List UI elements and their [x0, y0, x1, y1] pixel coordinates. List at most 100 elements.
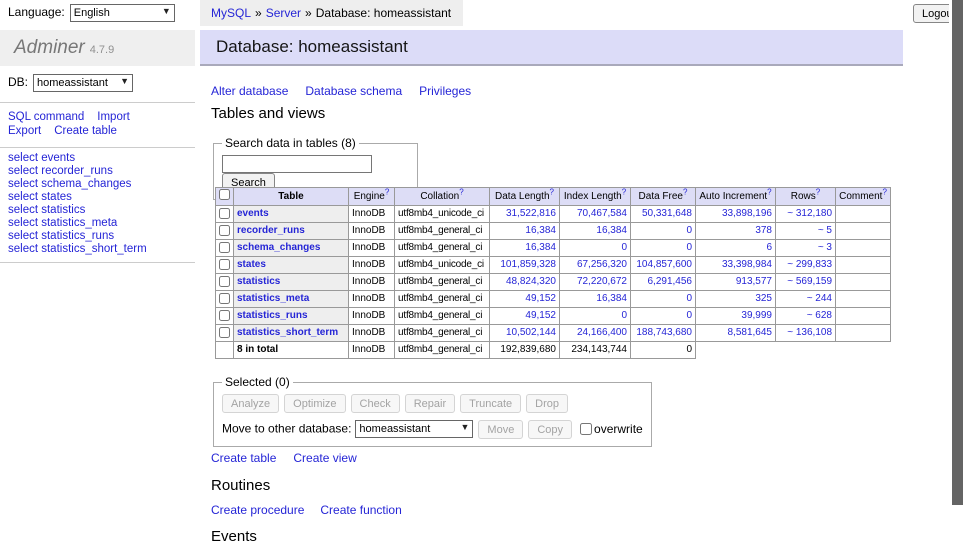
- row-checkbox-events[interactable]: [219, 208, 230, 219]
- optimize-button[interactable]: Optimize: [284, 394, 345, 413]
- rows-link[interactable]: ~ 628: [807, 310, 832, 321]
- drop-button[interactable]: Drop: [526, 394, 568, 413]
- help-icon[interactable]: ?: [767, 188, 771, 197]
- scrollbar-thumb[interactable]: [952, 0, 963, 505]
- table-link-statistics-meta[interactable]: statistics_meta: [237, 293, 309, 304]
- data-length-link[interactable]: 31,522,816: [506, 208, 556, 219]
- index-length-link[interactable]: 67,256,320: [577, 259, 627, 270]
- truncate-button[interactable]: Truncate: [460, 394, 521, 413]
- rows-link[interactable]: ~ 299,833: [787, 259, 832, 270]
- sidebar-item-select-statistics-short-term[interactable]: select statistics_short_term: [8, 244, 147, 255]
- index-length-link[interactable]: 0: [621, 242, 627, 253]
- row-checkbox-statistics[interactable]: [219, 276, 230, 287]
- data-free-link[interactable]: 50,331,648: [642, 208, 692, 219]
- auto-increment-link[interactable]: 33,398,984: [722, 259, 772, 270]
- help-icon[interactable]: ?: [550, 188, 554, 197]
- overwrite-checkbox[interactable]: [580, 423, 592, 435]
- help-icon[interactable]: ?: [459, 188, 463, 197]
- help-icon[interactable]: ?: [882, 188, 886, 197]
- table-link-states[interactable]: states: [237, 259, 266, 270]
- data-free-link[interactable]: 188,743,680: [636, 327, 692, 338]
- rows-link[interactable]: ~ 136,108: [787, 327, 832, 338]
- data-length-link[interactable]: 16,384: [525, 225, 556, 236]
- analyze-button[interactable]: Analyze: [222, 394, 279, 413]
- sidebar-item-select-recorder-runs[interactable]: select recorder_runs: [8, 166, 147, 177]
- auto-increment-link[interactable]: 378: [755, 225, 772, 236]
- row-checkbox-statistics-runs[interactable]: [219, 310, 230, 321]
- routine-create-procedure[interactable]: Create procedure: [211, 503, 304, 517]
- data-length-link[interactable]: 49,152: [525, 310, 556, 321]
- row-checkbox-recorder-runs[interactable]: [219, 225, 230, 236]
- sidebar-item-select-states[interactable]: select states: [8, 192, 147, 203]
- data-length-link[interactable]: 48,824,320: [506, 276, 556, 287]
- sidebar-item-select-statistics[interactable]: select statistics: [8, 205, 147, 216]
- data-free-link[interactable]: 0: [686, 225, 692, 236]
- table-link-events[interactable]: events: [237, 208, 269, 219]
- table-link-statistics-runs[interactable]: statistics_runs: [237, 310, 308, 321]
- vertical-scrollbar[interactable]: [949, 0, 966, 543]
- sidebar-action-create-table[interactable]: Create table: [54, 125, 117, 137]
- rows-link[interactable]: ~ 569,159: [787, 276, 832, 287]
- index-length-link[interactable]: 70,467,584: [577, 208, 627, 219]
- row-checkbox-statistics-short-term[interactable]: [219, 327, 230, 338]
- breadcrumb-server[interactable]: Server: [266, 6, 301, 20]
- rows-link[interactable]: ~ 5: [818, 225, 832, 236]
- auto-increment-link[interactable]: 33,898,196: [722, 208, 772, 219]
- data-length-link[interactable]: 101,859,328: [500, 259, 556, 270]
- db-action-privileges[interactable]: Privileges: [419, 84, 471, 98]
- data-length-link[interactable]: 10,502,144: [506, 327, 556, 338]
- row-checkbox-statistics-meta[interactable]: [219, 293, 230, 304]
- sidebar-item-select-events[interactable]: select events: [8, 153, 147, 164]
- data-free-link[interactable]: 0: [686, 242, 692, 253]
- data-free-link[interactable]: 6,291,456: [648, 276, 693, 287]
- table-link-statistics[interactable]: statistics: [237, 276, 280, 287]
- move-db-select[interactable]: homeassistant: [355, 420, 473, 438]
- table-link-schema-changes[interactable]: schema_changes: [237, 242, 320, 253]
- table-link-statistics-short-term[interactable]: statistics_short_term: [237, 327, 338, 338]
- create-create-view[interactable]: Create view: [293, 451, 356, 465]
- auto-increment-link[interactable]: 913,577: [736, 276, 772, 287]
- db-action-alter-database[interactable]: Alter database: [211, 84, 288, 98]
- help-icon[interactable]: ?: [683, 188, 687, 197]
- auto-increment-link[interactable]: 6: [766, 242, 772, 253]
- search-input[interactable]: [222, 155, 372, 173]
- routine-create-function[interactable]: Create function: [320, 503, 401, 517]
- auto-increment-link[interactable]: 8,581,645: [728, 327, 773, 338]
- move-button[interactable]: Move: [478, 420, 523, 439]
- db-select[interactable]: homeassistant: [33, 74, 133, 92]
- auto-increment-link[interactable]: 39,999: [741, 310, 772, 321]
- index-length-link[interactable]: 24,166,400: [577, 327, 627, 338]
- breadcrumb-mysql[interactable]: MySQL: [211, 6, 251, 20]
- sidebar-item-select-schema-changes[interactable]: select schema_changes: [8, 179, 147, 190]
- table-link-recorder-runs[interactable]: recorder_runs: [237, 225, 305, 236]
- sidebar-item-select-statistics-runs[interactable]: select statistics_runs: [8, 231, 147, 242]
- rows-link[interactable]: ~ 312,180: [787, 208, 832, 219]
- help-icon[interactable]: ?: [385, 188, 389, 197]
- repair-button[interactable]: Repair: [405, 394, 455, 413]
- data-free-link[interactable]: 0: [686, 310, 692, 321]
- copy-button[interactable]: Copy: [528, 420, 572, 439]
- sidebar-item-select-statistics-meta[interactable]: select statistics_meta: [8, 218, 147, 229]
- help-icon[interactable]: ?: [622, 188, 626, 197]
- help-icon[interactable]: ?: [816, 188, 820, 197]
- adminer-logo[interactable]: Adminer: [14, 37, 85, 58]
- create-create-table[interactable]: Create table: [211, 451, 276, 465]
- sidebar-action-export[interactable]: Export: [8, 125, 41, 137]
- data-free-link[interactable]: 104,857,600: [636, 259, 692, 270]
- data-free-link[interactable]: 0: [686, 293, 692, 304]
- sidebar-action-import[interactable]: Import: [97, 111, 130, 123]
- index-length-link[interactable]: 72,220,672: [577, 276, 627, 287]
- auto-increment-link[interactable]: 325: [755, 293, 772, 304]
- check-button[interactable]: Check: [351, 394, 400, 413]
- index-length-link[interactable]: 16,384: [596, 225, 627, 236]
- index-length-link[interactable]: 0: [621, 310, 627, 321]
- rows-link[interactable]: ~ 3: [818, 242, 832, 253]
- data-length-link[interactable]: 16,384: [525, 242, 556, 253]
- rows-link[interactable]: ~ 244: [807, 293, 832, 304]
- language-select[interactable]: English: [70, 4, 175, 22]
- sidebar-action-sql-command[interactable]: SQL command: [8, 111, 84, 123]
- db-action-database-schema[interactable]: Database schema: [305, 84, 402, 98]
- data-length-link[interactable]: 49,152: [525, 293, 556, 304]
- select-all-checkbox[interactable]: [219, 189, 230, 200]
- row-checkbox-schema-changes[interactable]: [219, 242, 230, 253]
